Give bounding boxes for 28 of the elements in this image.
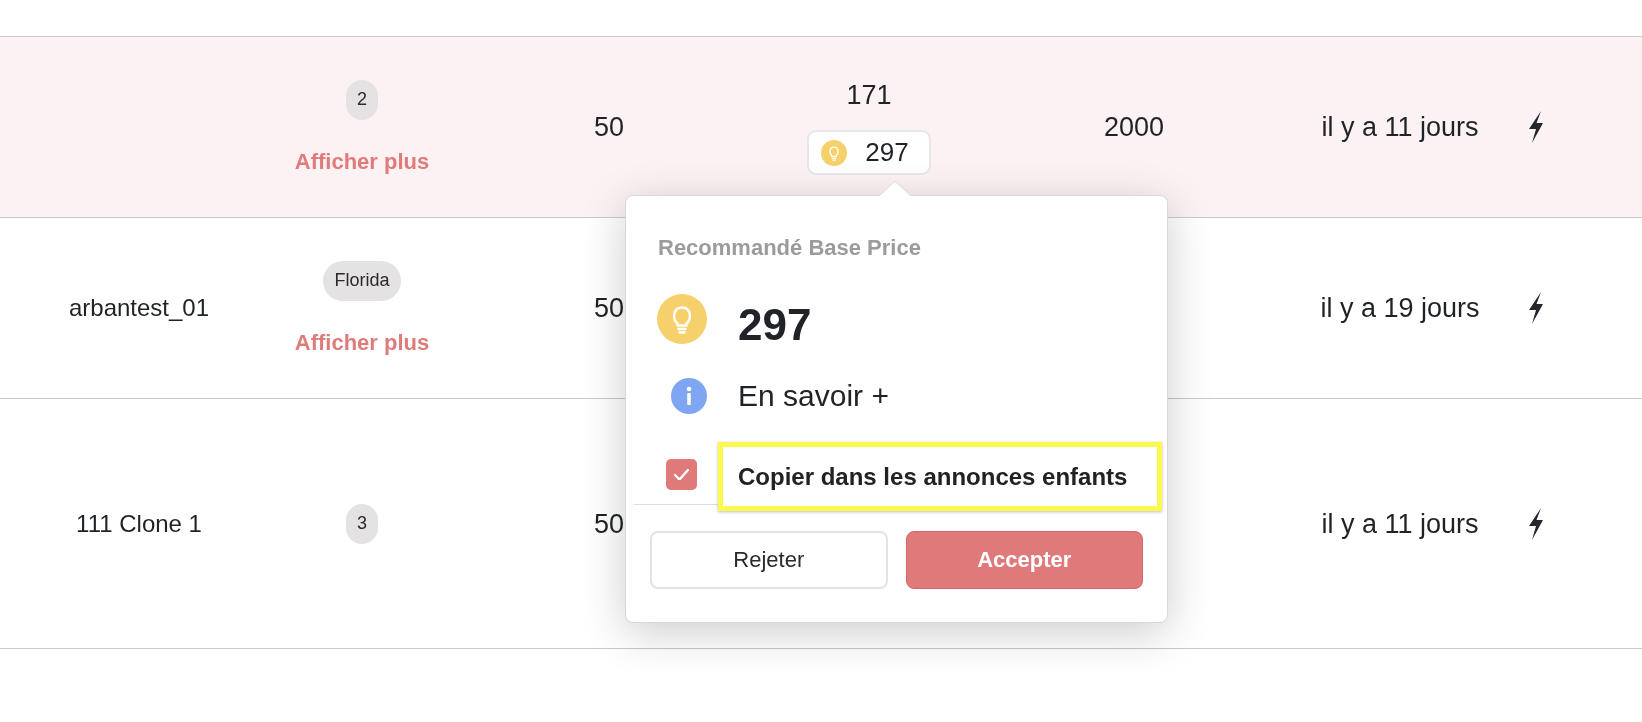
lightning-icon xyxy=(1527,111,1545,143)
table-row[interactable]: 2 Afficher plus 50 171 297 2000 il y a 11 jours xyxy=(0,36,1642,217)
reject-button[interactable]: Rejeter xyxy=(650,531,888,589)
learn-more-link[interactable]: En savoir + xyxy=(738,378,889,414)
tag-badge: 3 xyxy=(346,503,378,544)
lightbulb-icon xyxy=(657,294,707,344)
time-ago-text: il y a 11 jours xyxy=(1321,111,1479,143)
number-text: 2000 xyxy=(1103,111,1165,143)
time-ago-text: il y a 19 jours xyxy=(1320,292,1480,324)
lightbulb-icon xyxy=(821,139,848,166)
lightning-icon xyxy=(1527,292,1545,324)
number-text: 50 xyxy=(593,292,624,324)
listing-name: arbantest_01 xyxy=(68,293,210,323)
price-text: 171 xyxy=(846,79,892,111)
suggestion-button[interactable]: 297 xyxy=(807,130,931,175)
checkmark-icon xyxy=(674,469,689,480)
tag-badge: 2 xyxy=(346,79,378,120)
tag-badge: Florida xyxy=(323,260,401,301)
lightning-icon xyxy=(1527,507,1545,540)
time-ago-text: il y a 11 jours xyxy=(1321,507,1479,540)
suggested-price: 297 xyxy=(738,299,812,350)
listing-name: 111 Clone 1 xyxy=(76,508,202,539)
number-text: 50 xyxy=(593,507,624,540)
number-text: 50 xyxy=(593,111,624,143)
popover-title: Recommandé Base Price xyxy=(658,236,921,260)
info-icon xyxy=(671,378,707,414)
checkbox[interactable] xyxy=(666,459,697,490)
checkbox-label[interactable]: Copier dans les annonces enfants xyxy=(738,462,1128,491)
